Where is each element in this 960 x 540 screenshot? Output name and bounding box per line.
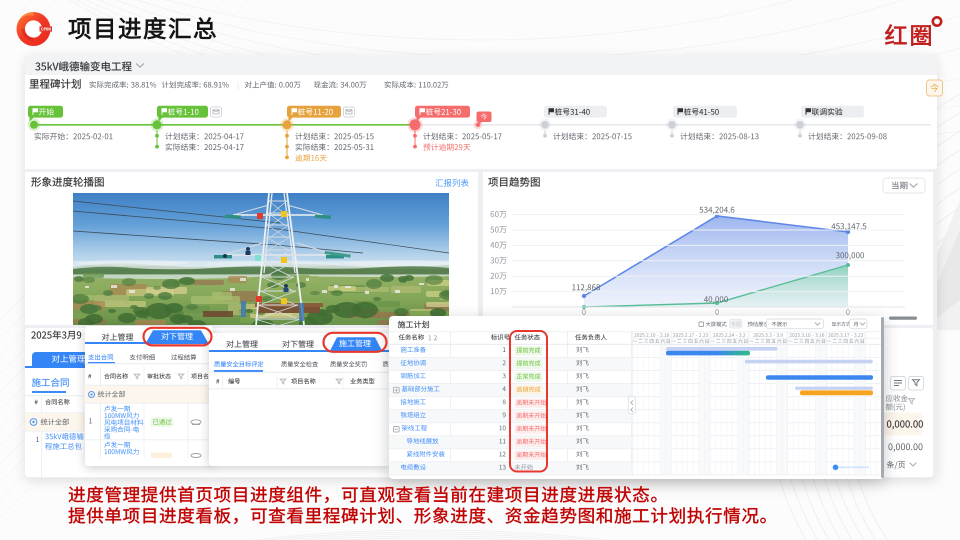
svg-text:CRM: CRM [41,27,51,32]
